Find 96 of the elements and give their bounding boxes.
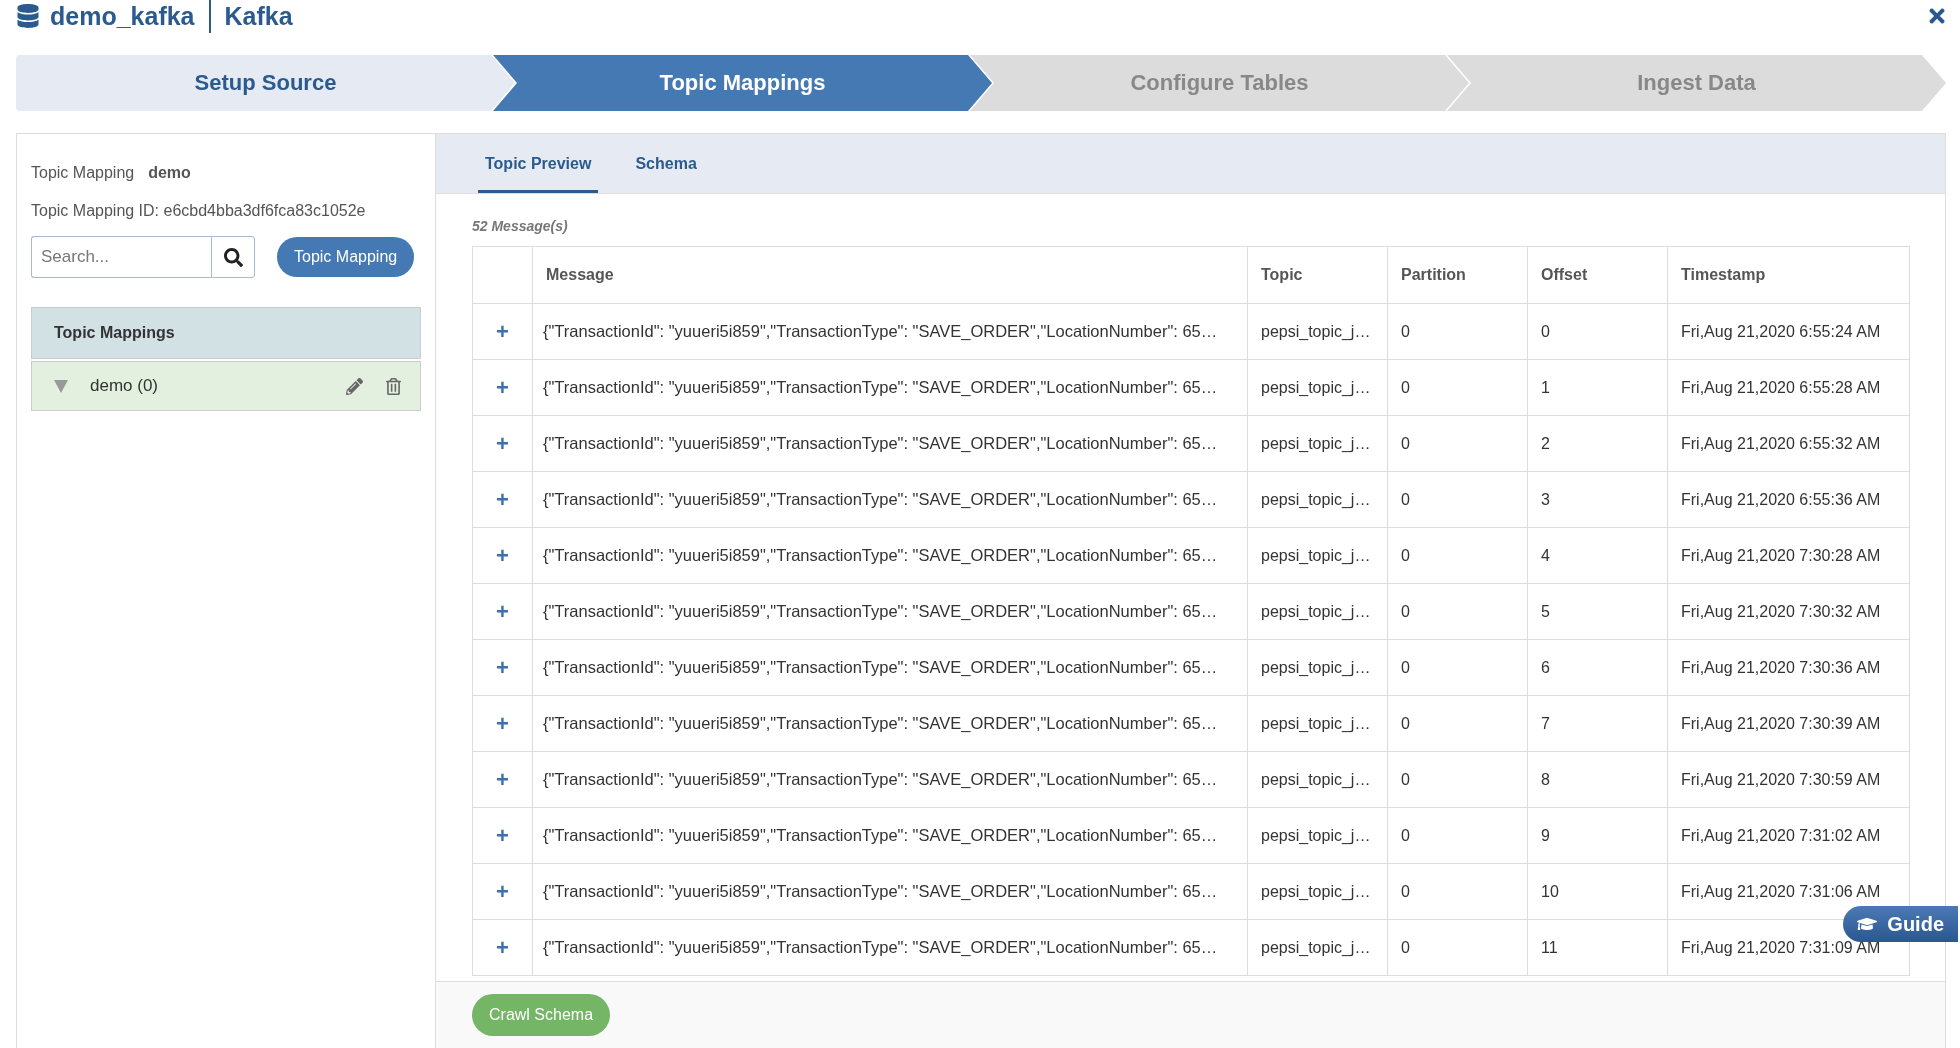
table-cell: pepsi_topic_j… (1247, 471, 1388, 528)
table-cell: 3 (1527, 471, 1668, 528)
database-icon (16, 4, 40, 28)
table-cell: 6 (1527, 639, 1668, 696)
table-cell: {"TransactionId": "yuueri5i859","TransactionType": "SAVE_ORDER","LocationNumber": 65… (532, 751, 1248, 808)
expand-button[interactable]: + (496, 486, 509, 513)
table-cell: pepsi_topic_j… (1247, 919, 1388, 976)
source-type: Kafka (224, 1, 293, 31)
table-cell: Fri,Aug 21,2020 7:31:02 AM (1667, 807, 1910, 864)
table-cell: {"TransactionId": "yuueri5i859","TransactionType": "SAVE_ORDER","LocationNumber": 65… (532, 303, 1248, 360)
table-cell: 0 (1387, 303, 1528, 360)
table-cell: 0 (1387, 359, 1528, 416)
table-cell: {"TransactionId": "yuueri5i859","TransactionType": "SAVE_ORDER","LocationNumber": 65… (532, 471, 1248, 528)
table-cell: 9 (1527, 807, 1668, 864)
edit-icon[interactable] (346, 377, 363, 395)
table-cell: 1 (1527, 359, 1668, 416)
search-field[interactable]: Search... (31, 236, 211, 278)
table-cell: 7 (1527, 695, 1668, 752)
expand-button[interactable]: + (496, 766, 509, 793)
trash-icon[interactable] (385, 377, 402, 395)
wizard-step[interactable]: Configure Tables (970, 55, 1469, 111)
table-cell: {"TransactionId": "yuueri5i859","TransactionType": "SAVE_ORDER","LocationNumber": 65… (532, 415, 1248, 472)
column-header: Message (532, 246, 1248, 304)
table-cell: Fri,Aug 21,2020 7:30:36 AM (1667, 639, 1910, 696)
table-cell: 10 (1527, 863, 1668, 920)
table-cell: Fri,Aug 21,2020 6:55:32 AM (1667, 415, 1910, 472)
table-cell: 11 (1527, 919, 1668, 976)
table-cell: {"TransactionId": "yuueri5i859","TransactionType": "SAVE_ORDER","LocationNumber": 65… (532, 695, 1248, 752)
table-cell: pepsi_topic_j… (1247, 639, 1388, 696)
table-cell: Fri,Aug 21,2020 6:55:24 AM (1667, 303, 1910, 360)
source-name: demo_kafka (50, 1, 195, 31)
table-cell: 0 (1527, 303, 1668, 360)
expand-button[interactable]: + (496, 598, 509, 625)
table-cell: 2 (1527, 415, 1668, 472)
expand-button[interactable]: + (496, 374, 509, 401)
tree-item[interactable]: demo (0) (31, 361, 421, 411)
table-cell: 5 (1527, 583, 1668, 640)
table-cell: 8 (1527, 751, 1668, 808)
list-header: Topic Mappings (31, 307, 421, 359)
table-cell: 0 (1387, 527, 1528, 584)
wizard-step[interactable]: Topic Mappings (493, 55, 992, 111)
table-cell: {"TransactionId": "yuueri5i859","TransactionType": "SAVE_ORDER","LocationNumber": 65… (532, 919, 1248, 976)
table-cell: 0 (1387, 415, 1528, 472)
item-label: demo (0) (90, 376, 160, 396)
table-cell: 0 (1387, 695, 1528, 752)
table-cell: Fri,Aug 21,2020 7:30:59 AM (1667, 751, 1910, 808)
table-cell: 0 (1387, 639, 1528, 696)
expand-button[interactable]: + (496, 878, 509, 905)
expand-button[interactable]: + (496, 710, 509, 737)
table-cell: 4 (1527, 527, 1668, 584)
mapping-label: Topic Mapping (31, 164, 135, 182)
table-cell: Fri,Aug 21,2020 7:30:28 AM (1667, 527, 1910, 584)
table-cell: pepsi_topic_j… (1247, 415, 1388, 472)
table-cell: {"TransactionId": "yuueri5i859","TransactionType": "SAVE_ORDER","LocationNumber": 65… (532, 639, 1248, 696)
expand-button[interactable]: + (496, 430, 509, 457)
column-header: Offset (1527, 246, 1668, 304)
table-cell: pepsi_topic_j… (1247, 863, 1388, 920)
expand-button[interactable]: + (496, 934, 509, 961)
search-icon (223, 247, 243, 267)
tab[interactable]: Schema (628, 134, 704, 193)
table-cell: pepsi_topic_j… (1247, 527, 1388, 584)
table-cell: {"TransactionId": "yuueri5i859","TransactionType": "SAVE_ORDER","LocationNumber": 65… (532, 863, 1248, 920)
expand-button[interactable]: + (496, 822, 509, 849)
table-cell: 0 (1387, 919, 1528, 976)
table-cell: Fri,Aug 21,2020 7:30:39 AM (1667, 695, 1910, 752)
search-button[interactable] (211, 236, 255, 278)
table-cell: 0 (1387, 807, 1528, 864)
mapping-name: demo (148, 164, 191, 182)
expand-button[interactable]: + (496, 318, 509, 345)
table-cell: {"TransactionId": "yuueri5i859","TransactionType": "SAVE_ORDER","LocationNumber": 65… (532, 359, 1248, 416)
table-cell: 0 (1387, 751, 1528, 808)
table-cell: {"TransactionId": "yuueri5i859","TransactionType": "SAVE_ORDER","LocationNumber": 65… (532, 807, 1248, 864)
add-topic-mapping-button[interactable]: Topic Mapping (277, 237, 415, 277)
table-cell: pepsi_topic_j… (1247, 583, 1388, 640)
table-cell: Fri,Aug 21,2020 6:55:36 AM (1667, 471, 1910, 528)
wizard-step[interactable]: Ingest Data (1447, 55, 1946, 111)
column-header: Timestamp (1667, 246, 1910, 304)
table-cell: 0 (1387, 583, 1528, 640)
table-cell: pepsi_topic_j… (1247, 303, 1388, 360)
table-cell: 0 (1387, 863, 1528, 920)
expand-button[interactable]: + (496, 542, 509, 569)
wizard-step[interactable]: Setup Source (16, 55, 515, 111)
expand-button[interactable]: + (496, 654, 509, 681)
table-cell: pepsi_topic_j… (1247, 751, 1388, 808)
table-cell: Fri,Aug 21,2020 6:55:28 AM (1667, 359, 1910, 416)
column-header: Partition (1387, 246, 1528, 304)
column-header: Topic (1247, 246, 1388, 304)
table-cell: pepsi_topic_j… (1247, 807, 1388, 864)
mapping-id: Topic Mapping ID: e6cbd4bba3df6fca83c1052e (31, 202, 367, 220)
table-cell: pepsi_topic_j… (1247, 359, 1388, 416)
table-cell: pepsi_topic_j… (1247, 695, 1388, 752)
message-count: 52 Message(s) (472, 217, 569, 236)
table-cell: 0 (1387, 471, 1528, 528)
table-cell: {"TransactionId": "yuueri5i859","TransactionType": "SAVE_ORDER","LocationNumber": 65… (532, 527, 1248, 584)
table-cell: {"TransactionId": "yuueri5i859","TransactionType": "SAVE_ORDER","LocationNumber": 65… (532, 583, 1248, 640)
table-cell: Fri,Aug 21,2020 7:30:32 AM (1667, 583, 1910, 640)
